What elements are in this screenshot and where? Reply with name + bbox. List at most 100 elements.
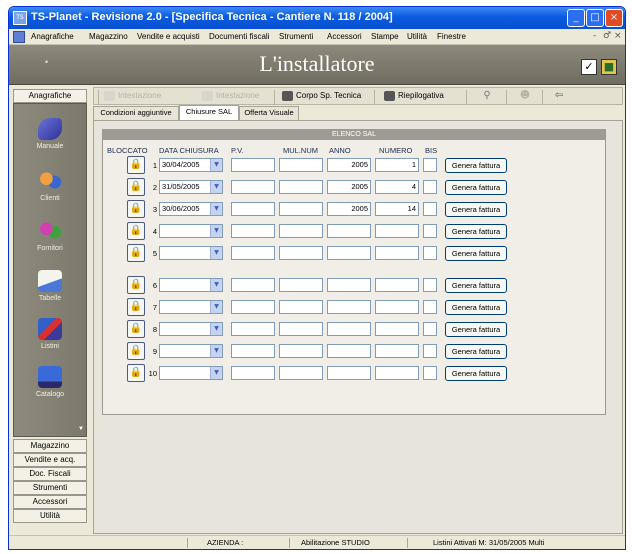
mul-num-field[interactable] [279,224,323,238]
pv-field[interactable] [231,224,275,238]
genera-fattura-button[interactable]: Genera fattura [445,366,507,381]
pv-field[interactable] [231,300,275,314]
genera-fattura-button[interactable]: Genera fattura [445,322,507,337]
chevron-down-icon[interactable]: ▼ [210,181,222,193]
lock-button[interactable]: 🔒 [127,200,145,218]
numero-field[interactable] [375,300,419,314]
anno-field[interactable]: 2005 [327,158,371,172]
bis-field[interactable] [423,224,437,238]
riepilogativa-button[interactable]: Riepilogativa [384,90,444,103]
numero-field[interactable] [375,278,419,292]
mul-num-field[interactable] [279,246,323,260]
menu-vendite-acquisti[interactable]: Vendite e acquisti [137,32,200,41]
bis-field[interactable] [423,344,437,358]
sidebar-item-catalogo[interactable]: Catalogo [14,366,86,398]
mul-num-field[interactable] [279,278,323,292]
genera-fattura-button[interactable]: Genera fattura [445,344,507,359]
data-chiusura-field[interactable]: ▼ [159,278,223,292]
menu-stampe[interactable]: Stampe [371,32,399,41]
data-chiusura-field[interactable]: ▼ [159,300,223,314]
tab-offerta-visuale[interactable]: Offerta Visuale [239,106,299,120]
corpo-tecnica-button[interactable]: Corpo Sp. Tecnica [282,90,361,103]
data-chiusura-field[interactable]: ▼ [159,366,223,380]
numero-field[interactable] [375,322,419,336]
genera-fattura-button[interactable]: Genera fattura [445,224,507,239]
anno-field[interactable]: 2005 [327,180,371,194]
lock-button[interactable]: 🔒 [127,276,145,294]
pv-field[interactable] [231,180,275,194]
lock-button[interactable]: 🔒 [127,320,145,338]
numero-field[interactable] [375,246,419,260]
chevron-down-icon[interactable]: ▼ [210,159,222,171]
genera-fattura-button[interactable]: Genera fattura [445,180,507,195]
lock-button[interactable]: 🔒 [127,364,145,382]
data-chiusura-field[interactable]: 30/06/2005 ▼ [159,202,223,216]
anno-field[interactable] [327,224,371,238]
menu-magazzino[interactable]: Magazzino [89,32,128,41]
genera-fattura-button[interactable]: Genera fattura [445,278,507,293]
mul-num-field[interactable] [279,180,323,194]
genera-fattura-button[interactable]: Genera fattura [445,300,507,315]
menu-documenti-fiscali[interactable]: Documenti fiscali [209,32,269,41]
menu-strumenti[interactable]: Strumenti [279,32,313,41]
lock-button[interactable]: 🔒 [127,156,145,174]
mul-num-field[interactable] [279,322,323,336]
menu-anagrafiche[interactable]: Anagrafiche [31,32,74,41]
mul-num-field[interactable] [279,366,323,380]
chevron-down-icon[interactable]: ▼ [210,323,222,335]
chevron-down-icon[interactable]: ▼ [210,345,222,357]
pv-field[interactable] [231,366,275,380]
genera-fattura-button[interactable]: Genera fattura [445,202,507,217]
exit-icon[interactable]: ⇦ [552,90,566,103]
sidebar-item-listini[interactable]: Listini [14,318,86,350]
tab-chiusure-sal[interactable]: Chiusure SAL [179,105,239,120]
tab-anagrafiche[interactable]: Anagrafiche [13,89,87,103]
users-icon[interactable]: ☻ [518,90,532,103]
genera-fattura-button[interactable]: Genera fattura [445,158,507,173]
anno-field[interactable]: 2005 [327,202,371,216]
document-menu-icon[interactable] [13,31,25,43]
bis-field[interactable] [423,300,437,314]
sidebar-item-clienti[interactable]: Clienti [14,170,86,202]
menu-utilita[interactable]: Utilità [407,32,427,41]
data-chiusura-field[interactable]: ▼ [159,344,223,358]
lock-button[interactable]: 🔒 [127,298,145,316]
anno-field[interactable] [327,300,371,314]
sidebar-button-vendite[interactable]: Vendite e acq. [13,453,87,467]
chevron-down-icon[interactable]: ▼ [210,367,222,379]
title-bar[interactable]: TS TS-Planet - Revisione 2.0 - [Specific… [9,7,625,29]
anno-field[interactable] [327,322,371,336]
pv-field[interactable] [231,278,275,292]
anno-field[interactable] [327,278,371,292]
numero-field[interactable]: 14 [375,202,419,216]
sidebar-button-doc-fiscali[interactable]: Doc. Fiscali [13,467,87,481]
data-chiusura-field[interactable]: 31/05/2005 ▼ [159,180,223,194]
lock-button[interactable]: 🔒 [127,342,145,360]
menu-finestre[interactable]: Finestre [437,32,466,41]
app-icon[interactable]: TS [13,11,27,25]
mdi-restore-button[interactable]: ♂ [603,31,611,41]
bis-field[interactable] [423,366,437,380]
bis-field[interactable] [423,202,437,216]
bis-field[interactable] [423,278,437,292]
lock-button[interactable]: 🔒 [127,244,145,262]
maximize-button[interactable]: □ [586,9,604,27]
pv-field[interactable] [231,158,275,172]
chevron-down-icon[interactable]: ▼ [210,301,222,313]
pv-field[interactable] [231,202,275,216]
mul-num-field[interactable] [279,202,323,216]
numero-field[interactable] [375,224,419,238]
lock-button[interactable]: 🔒 [127,222,145,240]
mdi-minimize-button[interactable]: - [593,31,596,41]
minimize-button[interactable]: _ [567,9,585,27]
anno-field[interactable] [327,344,371,358]
intestazione-2-button[interactable]: Intestazione [202,90,259,103]
genera-fattura-button[interactable]: Genera fattura [445,246,507,261]
sidebar-button-magazzino[interactable]: Magazzino [13,439,87,453]
tab-condizioni-aggiuntive[interactable]: Condizioni aggiuntive [93,106,179,120]
sidebar-scroll-down-icon[interactable]: ▼ [78,426,84,432]
sidebar-button-strumenti[interactable]: Strumenti [13,481,87,495]
pv-field[interactable] [231,322,275,336]
pv-field[interactable] [231,246,275,260]
menu-accessori[interactable]: Accessori [327,32,362,41]
